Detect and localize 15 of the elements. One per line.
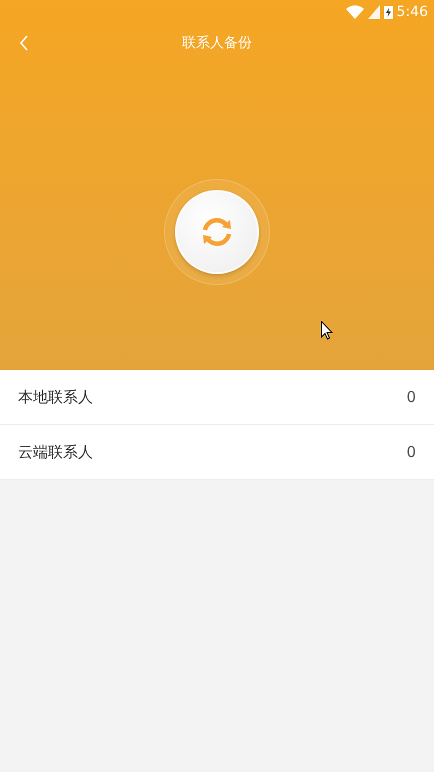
signal-icon: [368, 5, 380, 19]
wifi-icon: [346, 5, 364, 19]
cursor-icon: [321, 321, 333, 340]
row-label: 本地联系人: [18, 388, 93, 406]
row-label: 云端联系人: [18, 442, 93, 462]
sync-button[interactable]: [175, 190, 259, 274]
contact-count-row[interactable]: 本地联系人 0: [0, 370, 434, 425]
status-time: 5:46: [396, 4, 428, 20]
battery-icon: [384, 5, 393, 19]
sync-icon: [200, 215, 234, 249]
row-count: 0: [406, 443, 416, 461]
contact-count-row[interactable]: 云端联系人 0: [0, 425, 434, 480]
screen-title: 联系人备份: [182, 34, 252, 52]
row-count: 0: [406, 388, 416, 406]
back-icon: [19, 35, 29, 51]
